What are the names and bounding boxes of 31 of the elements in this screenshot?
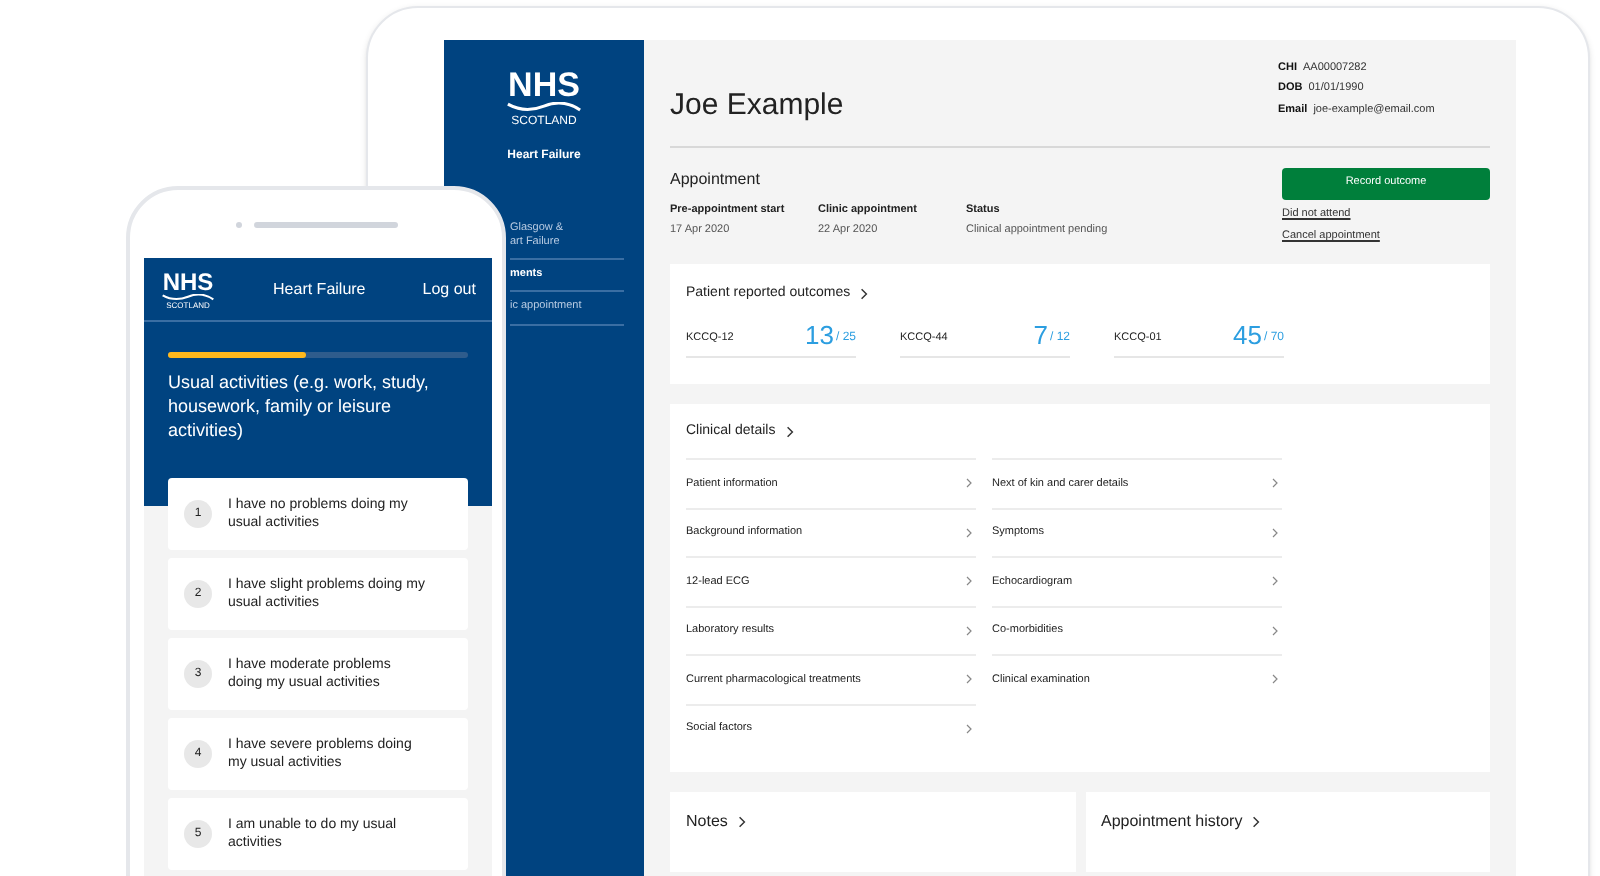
chevron-right-icon <box>860 288 869 301</box>
wave-icon <box>160 293 216 301</box>
score-value: 45 <box>1233 321 1262 347</box>
chevron-right-icon <box>966 576 972 587</box>
card-title[interactable]: Notes <box>686 810 728 834</box>
chevron-right-icon <box>1272 576 1278 587</box>
chevron-right-icon <box>1272 625 1278 636</box>
speaker-grille <box>253 222 397 228</box>
chevron-right-icon <box>966 527 972 538</box>
chevron-right-icon <box>785 425 794 438</box>
logout-link[interactable]: Log out <box>422 277 476 301</box>
chevron-right-icon <box>1272 674 1278 685</box>
score-value: 13 <box>805 321 834 347</box>
chevron-right-icon <box>966 478 972 489</box>
card-title[interactable]: Appointment history <box>1101 810 1243 834</box>
camera-icon <box>235 222 241 228</box>
chevron-right-icon <box>1272 527 1278 538</box>
chevron-right-icon <box>966 723 972 734</box>
logo-wordmark: NHS <box>162 269 214 293</box>
section-title: Appointment <box>670 167 762 191</box>
chevron-right-icon <box>1252 816 1261 828</box>
chevron-right-icon <box>1272 478 1278 489</box>
patient-name: Joe Example <box>670 86 844 126</box>
score-value: 7 <box>1033 321 1048 347</box>
wave-icon <box>506 102 582 114</box>
chevron-right-icon <box>966 625 972 636</box>
chevron-right-icon <box>966 674 972 685</box>
chevron-right-icon <box>737 816 746 828</box>
question-text: Usual activities (e.g. work, study, housework, family or leisure activities) <box>168 370 431 442</box>
logo-wordmark: NHS <box>508 68 580 102</box>
app-title: Heart Failure <box>273 277 366 301</box>
